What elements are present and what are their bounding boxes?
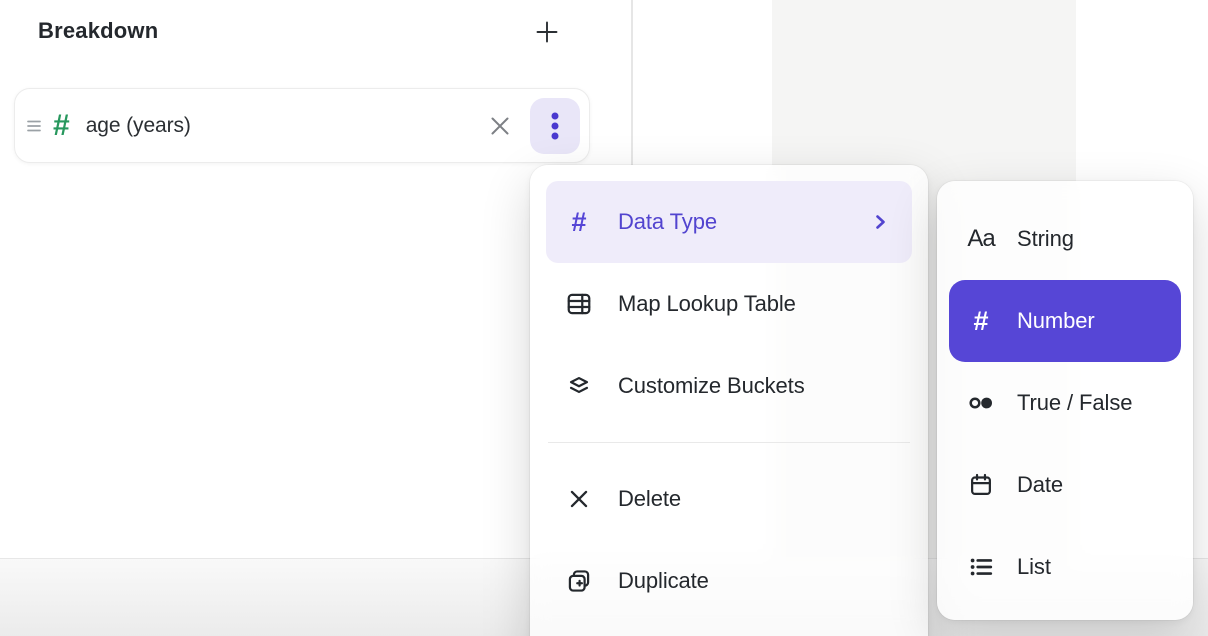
number-type-icon: # bbox=[53, 111, 70, 141]
hash-icon: # bbox=[963, 306, 999, 336]
data-type-submenu: Aa String # Number True / False bbox=[937, 181, 1193, 620]
add-breakdown-button[interactable] bbox=[531, 16, 563, 48]
field-context-menu: # Data Type Map Lookup Table bbox=[530, 165, 928, 636]
submenu-item-number[interactable]: # Number bbox=[949, 280, 1181, 362]
submenu-item-list[interactable]: List bbox=[949, 526, 1181, 608]
menu-item-data-type[interactable]: # Data Type bbox=[546, 181, 912, 263]
menu-item-delete[interactable]: Delete bbox=[546, 458, 912, 540]
plus-icon bbox=[532, 17, 562, 47]
field-name: age (years) bbox=[86, 114, 191, 138]
boolean-icon bbox=[963, 388, 999, 418]
submenu-item-date[interactable]: Date bbox=[949, 444, 1181, 526]
menu-item-duplicate[interactable]: Duplicate bbox=[546, 540, 912, 622]
menu-item-map-lookup-table[interactable]: Map Lookup Table bbox=[546, 263, 912, 345]
submenu-item-true-false[interactable]: True / False bbox=[949, 362, 1181, 444]
table-icon bbox=[564, 289, 594, 319]
list-icon bbox=[963, 552, 999, 582]
menu-divider bbox=[548, 442, 910, 443]
duplicate-icon bbox=[564, 566, 594, 596]
kebab-icon bbox=[549, 110, 561, 142]
calendar-icon bbox=[963, 470, 999, 500]
hash-icon: # bbox=[564, 207, 594, 237]
field-menu-button[interactable] bbox=[530, 98, 580, 154]
menu-item-customize-buckets[interactable]: Customize Buckets bbox=[546, 345, 912, 427]
breakdown-field-card[interactable]: # age (years) bbox=[14, 88, 590, 163]
chevron-right-icon bbox=[868, 210, 892, 234]
close-icon bbox=[487, 113, 513, 139]
delete-icon bbox=[564, 484, 594, 514]
panel-divider bbox=[631, 0, 633, 165]
string-icon: Aa bbox=[963, 224, 999, 254]
breakdown-editor-screen: Breakdown # age (years) bbox=[0, 0, 1208, 636]
clear-field-button[interactable] bbox=[486, 112, 514, 140]
breakdown-title: Breakdown bbox=[38, 18, 158, 44]
stack-icon bbox=[564, 371, 594, 401]
drag-handle-icon[interactable] bbox=[23, 113, 45, 139]
submenu-item-string[interactable]: Aa String bbox=[949, 198, 1181, 280]
